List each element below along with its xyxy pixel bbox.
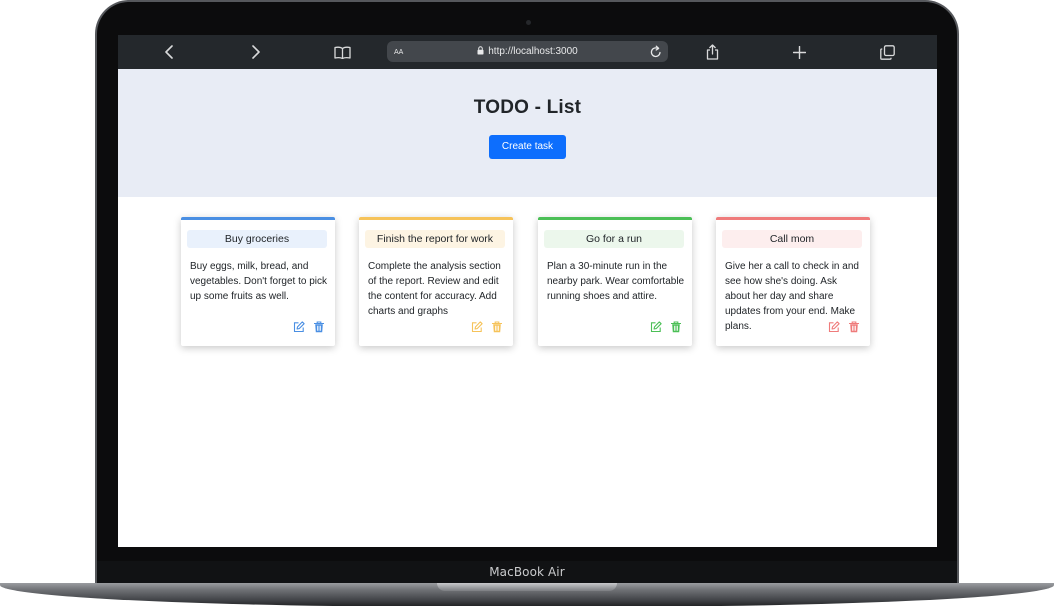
edit-icon[interactable]	[471, 320, 483, 333]
tabs-button[interactable]	[879, 35, 895, 69]
delete-icon[interactable]	[670, 320, 682, 333]
task-card: Buy groceries Buy eggs, milk, bread, and …	[181, 217, 335, 346]
camera-icon	[526, 20, 531, 25]
tabs-icon	[879, 44, 895, 60]
chevron-left-icon	[165, 45, 173, 59]
edit-icon[interactable]	[828, 320, 840, 333]
task-card: Call mom Give her a call to check in and …	[716, 217, 870, 346]
task-actions	[650, 320, 682, 333]
edit-icon[interactable]	[293, 320, 305, 333]
share-icon	[706, 44, 718, 60]
task-description: Buy eggs, milk, bread, and vegetables. D…	[190, 261, 327, 302]
plus-icon	[792, 45, 806, 59]
page-title: TODO - List	[473, 97, 582, 118]
bookmarks-button[interactable]	[333, 35, 351, 69]
task-actions	[828, 320, 860, 333]
task-actions	[471, 320, 503, 333]
forward-button[interactable]	[249, 35, 263, 69]
browser-window: AA http://localhost:3000 TODO - List Cre…	[118, 35, 937, 547]
device-label: MacBook Air	[489, 565, 565, 579]
task-title: Buy groceries	[187, 230, 327, 248]
page-header: TODO - List Create task	[118, 69, 937, 197]
new-tab-button[interactable]	[792, 35, 806, 69]
chevron-right-icon	[252, 45, 260, 59]
delete-icon[interactable]	[491, 320, 503, 333]
todo-page: TODO - List Create task Buy groceries Buy…	[118, 69, 937, 547]
edit-icon[interactable]	[650, 320, 662, 333]
address-bar[interactable]: AA http://localhost:3000	[387, 41, 668, 62]
lock-icon	[477, 46, 484, 55]
task-title: Call mom	[722, 230, 862, 248]
reload-icon[interactable]	[650, 45, 662, 58]
task-description: Plan a 30-minute run in the nearby park.…	[547, 261, 685, 302]
task-title: Go for a run	[544, 230, 684, 248]
task-card: Finish the report for work Complete the a…	[359, 217, 513, 346]
delete-icon[interactable]	[848, 320, 860, 333]
back-button[interactable]	[162, 35, 176, 69]
book-icon	[333, 46, 351, 59]
browser-toolbar: AA http://localhost:3000	[118, 35, 937, 69]
share-button[interactable]	[705, 35, 719, 69]
create-task-button[interactable]: Create task	[489, 135, 566, 159]
delete-icon[interactable]	[313, 320, 325, 333]
task-title: Finish the report for work	[365, 230, 505, 248]
laptop-hinge	[437, 583, 617, 591]
task-actions	[293, 320, 325, 333]
task-card: Go for a run Plan a 30-minute run in the …	[538, 217, 692, 346]
url-text: http://localhost:3000	[488, 46, 578, 57]
task-description: Complete the analysis section of the rep…	[368, 261, 501, 317]
